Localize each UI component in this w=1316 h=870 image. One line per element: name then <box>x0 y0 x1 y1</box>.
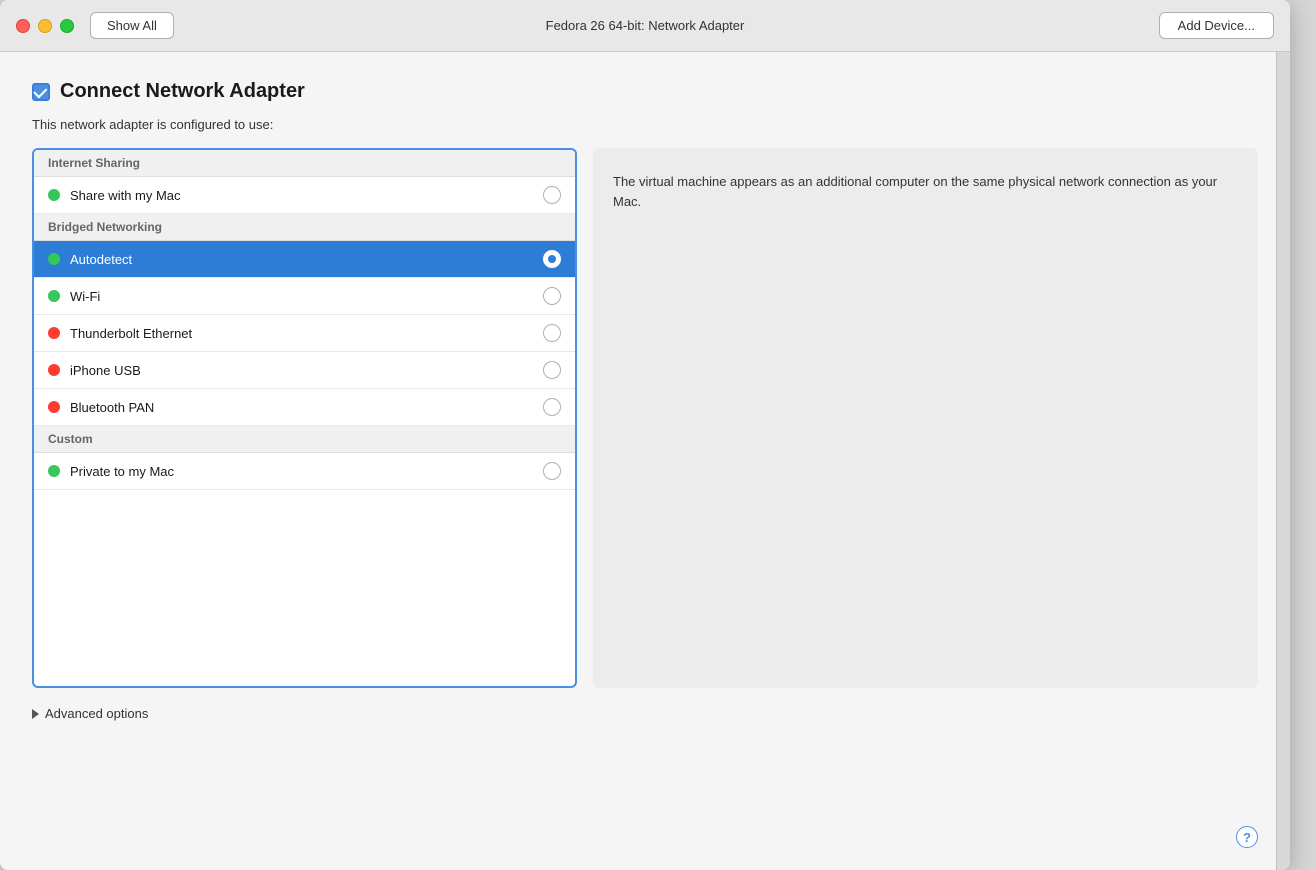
add-device-button[interactable]: Add Device... <box>1159 12 1274 39</box>
titlebar: Show All Fedora 26 64-bit: Network Adapt… <box>0 0 1290 52</box>
section-header-bridged-networking: Bridged Networking <box>34 214 575 241</box>
main-row: Internet Sharing Share with my Mac Bridg… <box>32 148 1258 688</box>
close-button[interactable] <box>16 19 30 33</box>
network-name-autodetect: Autodetect <box>70 252 543 267</box>
list-spacer <box>34 489 575 609</box>
network-name-bluetooth-pan: Bluetooth PAN <box>70 400 543 415</box>
description-panel: The virtual machine appears as an additi… <box>593 148 1258 688</box>
radio-btn-share-with-mac[interactable] <box>543 186 561 204</box>
status-dot-iphone-usb <box>48 364 60 376</box>
advanced-row: Advanced options <box>32 706 1258 721</box>
network-item-bluetooth-pan[interactable]: Bluetooth PAN <box>34 389 575 426</box>
network-list-panel: Internet Sharing Share with my Mac Bridg… <box>32 148 577 688</box>
connect-title: Connect Network Adapter <box>60 80 305 103</box>
description-text: The virtual machine appears as an additi… <box>613 172 1238 212</box>
maximize-button[interactable] <box>60 19 74 33</box>
network-item-share-with-mac[interactable]: Share with my Mac <box>34 177 575 214</box>
status-dot-autodetect <box>48 253 60 265</box>
network-item-autodetect[interactable]: Autodetect <box>34 241 575 278</box>
network-item-iphone-usb[interactable]: iPhone USB <box>34 352 575 389</box>
section-header-internet-sharing: Internet Sharing <box>34 150 575 177</box>
radio-btn-bluetooth-pan[interactable] <box>543 398 561 416</box>
show-all-button[interactable]: Show All <box>90 12 174 39</box>
status-dot-wifi <box>48 290 60 302</box>
status-dot-bluetooth-pan <box>48 401 60 413</box>
network-item-wifi[interactable]: Wi-Fi <box>34 278 575 315</box>
help-button[interactable]: ? <box>1236 826 1258 848</box>
network-item-private-to-mac[interactable]: Private to my Mac <box>34 453 575 489</box>
radio-btn-private-to-mac[interactable] <box>543 462 561 480</box>
configured-label: This network adapter is configured to us… <box>32 117 1258 132</box>
network-name-private-to-mac: Private to my Mac <box>70 464 543 479</box>
radio-btn-autodetect[interactable] <box>543 250 561 268</box>
network-name-iphone-usb: iPhone USB <box>70 363 543 378</box>
radio-btn-iphone-usb[interactable] <box>543 361 561 379</box>
network-name-wifi: Wi-Fi <box>70 289 543 304</box>
content-area: Connect Network Adapter This network ada… <box>0 52 1290 745</box>
status-dot-private-to-mac <box>48 465 60 477</box>
status-dot-share-with-mac <box>48 189 60 201</box>
scroll-edge <box>1276 52 1290 870</box>
radio-btn-thunderbolt-ethernet[interactable] <box>543 324 561 342</box>
section-header-custom: Custom <box>34 426 575 453</box>
network-item-thunderbolt-ethernet[interactable]: Thunderbolt Ethernet <box>34 315 575 352</box>
network-name-share-with-mac: Share with my Mac <box>70 188 543 203</box>
status-dot-thunderbolt-ethernet <box>48 327 60 339</box>
window-title: Fedora 26 64-bit: Network Adapter <box>546 18 745 33</box>
advanced-options-label[interactable]: Advanced options <box>45 706 148 721</box>
minimize-button[interactable] <box>38 19 52 33</box>
traffic-lights <box>16 19 74 33</box>
radio-btn-wifi[interactable] <box>543 287 561 305</box>
network-name-thunderbolt-ethernet: Thunderbolt Ethernet <box>70 326 543 341</box>
connect-checkbox[interactable] <box>32 83 50 101</box>
expand-triangle-icon[interactable] <box>32 709 39 719</box>
main-window: Show All Fedora 26 64-bit: Network Adapt… <box>0 0 1290 870</box>
connect-header: Connect Network Adapter <box>32 80 1258 103</box>
